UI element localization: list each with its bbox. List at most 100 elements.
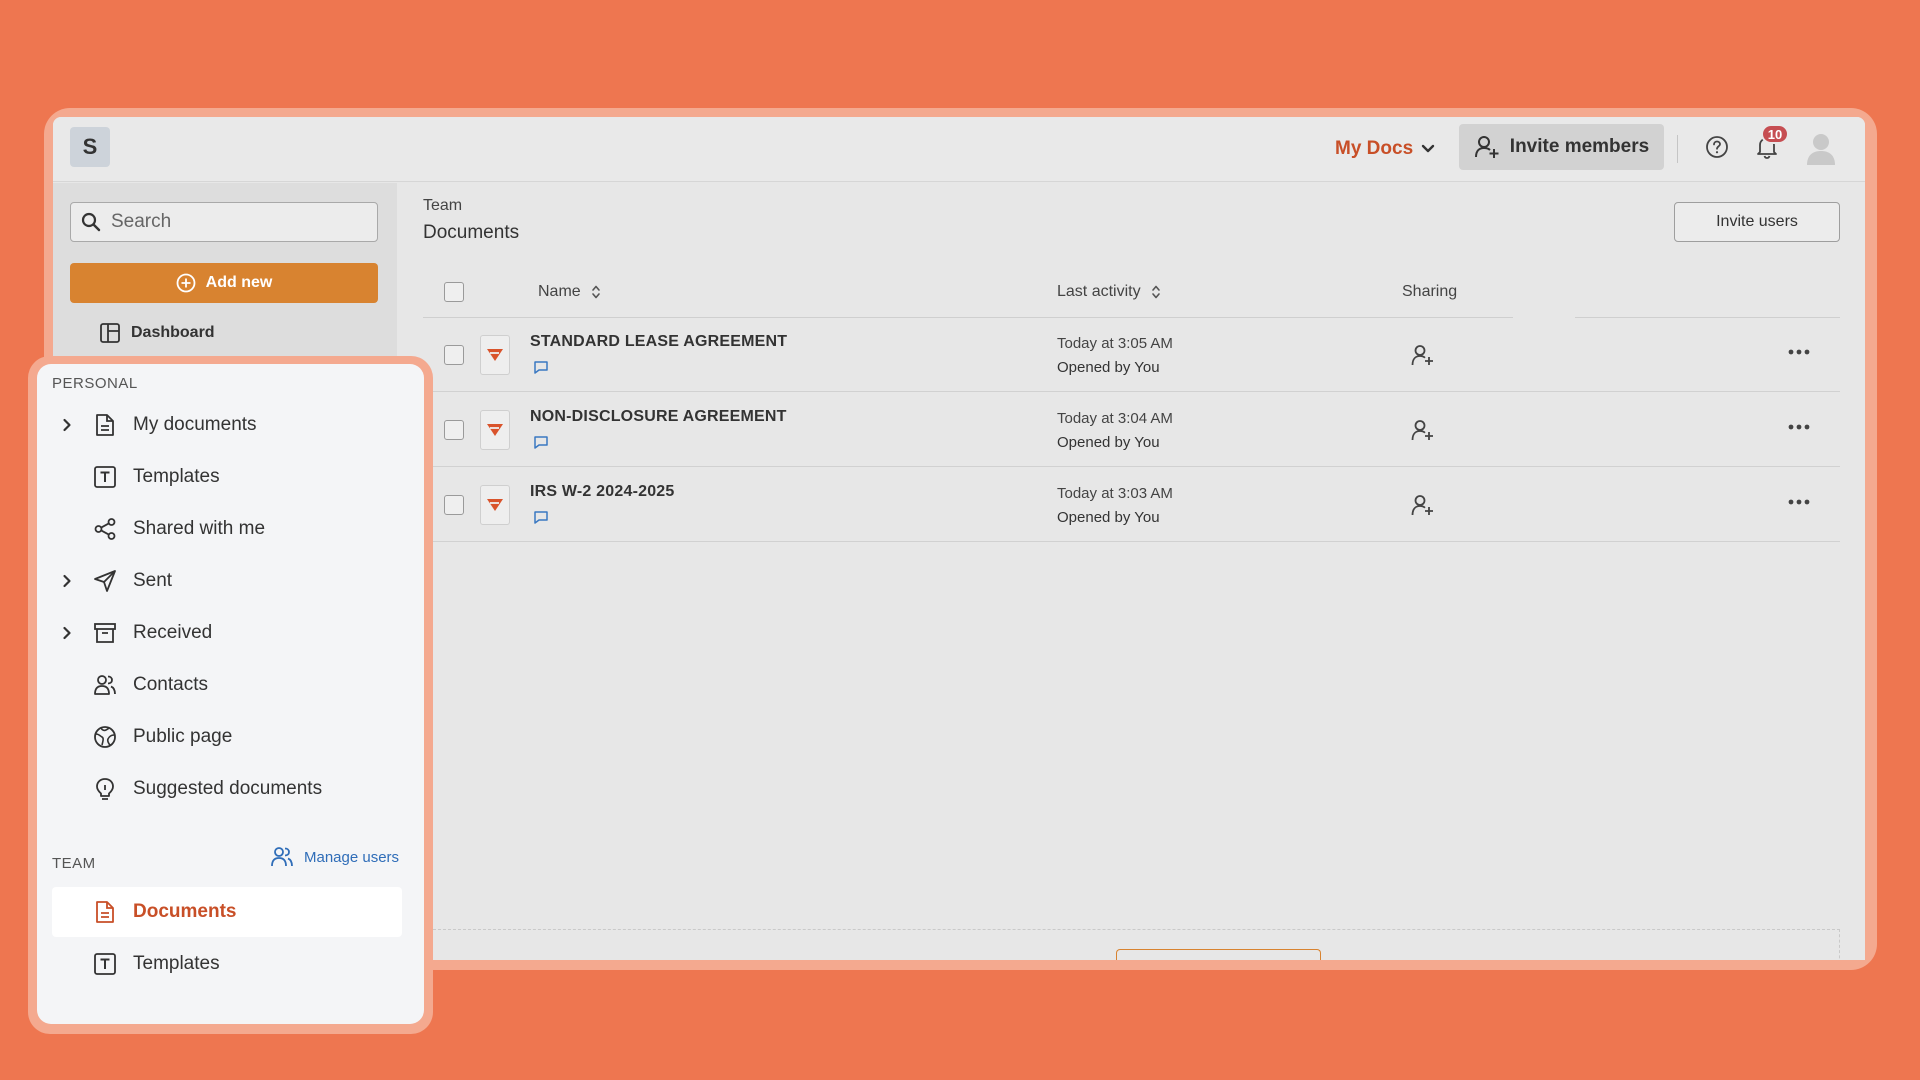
table-row[interactable]: IRS W-2 2024-2025 Today at 3:03 AM Opene… — [423, 467, 1840, 542]
search-field[interactable] — [70, 202, 378, 242]
sidebar-popout: PERSONAL My documents Templates Shared w… — [37, 364, 424, 1024]
sort-icon — [1151, 283, 1161, 301]
sidebar-item-received[interactable]: Received — [52, 608, 402, 658]
breadcrumb-parent[interactable]: Team — [423, 197, 462, 215]
comment-icon[interactable] — [533, 360, 549, 375]
sidebar-item-shared-with-me[interactable]: Shared with me — [52, 504, 402, 554]
name-column-label: Name — [538, 283, 581, 301]
document-logo-icon — [486, 348, 504, 362]
template-icon — [90, 464, 120, 490]
table-header: Name Last activity Sharing — [423, 267, 1840, 317]
sidebar-item-dashboard[interactable]: Dashboard — [99, 318, 215, 348]
dashboard-icon — [99, 322, 121, 344]
sidebar-item-contacts[interactable]: Contacts — [52, 660, 402, 710]
sidebar-item-suggested-documents[interactable]: Suggested documents — [52, 764, 402, 814]
row-checkbox[interactable] — [444, 420, 464, 440]
document-icon — [90, 899, 120, 925]
manage-users-label: Manage users — [304, 849, 399, 866]
add-user-icon — [1474, 134, 1500, 160]
globe-icon — [90, 724, 120, 750]
document-logo-icon — [486, 423, 504, 437]
table-row[interactable]: STANDARD LEASE AGREEMENT Today at 3:05 A… — [423, 317, 1840, 392]
activity-time: Today at 3:05 AM — [1057, 335, 1173, 352]
sidebar-item-label: Sent — [133, 570, 172, 592]
comment-icon[interactable] — [533, 435, 549, 450]
select-all-cell — [444, 267, 464, 317]
sort-icon — [591, 283, 601, 301]
search-input[interactable] — [111, 211, 351, 233]
top-header: S My Docs Invite members 10 — [53, 117, 1865, 182]
document-name[interactable]: NON-DISCLOSURE AGREEMENT — [530, 408, 787, 426]
manage-users-link[interactable]: Manage users — [270, 846, 399, 868]
sidebar-item-team-documents[interactable]: Documents — [52, 887, 402, 937]
mydocs-dropdown[interactable]: My Docs — [1335, 135, 1435, 163]
more-options-icon[interactable] — [1788, 499, 1810, 505]
share-icon — [90, 516, 120, 542]
activity-by: Opened by You — [1057, 359, 1160, 376]
sidebar-item-label: Contacts — [133, 674, 208, 696]
add-new-button[interactable]: Add new — [70, 263, 378, 303]
activity-time: Today at 3:04 AM — [1057, 410, 1173, 427]
mydocs-label: My Docs — [1335, 138, 1413, 160]
more-options-icon[interactable] — [1788, 349, 1810, 355]
workspace-badge[interactable]: S — [70, 127, 110, 167]
document-name[interactable]: IRS W-2 2024-2025 — [530, 483, 675, 501]
document-thumbnail — [480, 485, 510, 525]
sidebar-item-team-templates[interactable]: Templates — [52, 939, 402, 989]
activity-by: Opened by You — [1057, 434, 1160, 451]
table-row[interactable]: NON-DISCLOSURE AGREEMENT Today at 3:04 A… — [423, 392, 1840, 467]
sidebar-item-sent[interactable]: Sent — [52, 556, 402, 606]
document-thumbnail — [480, 335, 510, 375]
share-user-icon[interactable] — [1410, 343, 1434, 367]
sharing-column-label: Sharing — [1402, 283, 1457, 301]
invite-members-label: Invite members — [1510, 136, 1649, 158]
chevron-right-icon[interactable] — [52, 418, 82, 432]
user-avatar-icon[interactable] — [1805, 131, 1837, 165]
lightbulb-icon — [90, 776, 120, 802]
sidebar-item-label: Templates — [133, 953, 220, 975]
contacts-icon — [90, 672, 120, 698]
search-icon — [81, 212, 101, 232]
sidebar-item-public-page[interactable]: Public page — [52, 712, 402, 762]
sidebar-item-my-documents[interactable]: My documents — [52, 400, 402, 450]
name-column-header[interactable]: Name — [538, 267, 601, 317]
activity-by: Opened by You — [1057, 509, 1160, 526]
sidebar-item-label: Public page — [133, 726, 232, 748]
select-all-checkbox[interactable] — [444, 282, 464, 302]
invite-members-button[interactable]: Invite members — [1459, 124, 1664, 170]
personal-section-label: PERSONAL — [52, 375, 138, 392]
share-user-icon[interactable] — [1410, 493, 1434, 517]
sidebar-item-label: My documents — [133, 414, 257, 436]
notification-count-badge: 10 — [1761, 124, 1789, 144]
send-icon — [90, 568, 120, 594]
document-icon — [90, 412, 120, 438]
header-divider — [1677, 135, 1678, 163]
sidebar-item-label: Documents — [133, 901, 236, 923]
add-new-label: Add new — [206, 274, 273, 292]
sharing-column-header: Sharing — [1402, 267, 1457, 317]
comment-icon[interactable] — [533, 510, 549, 525]
inbox-icon — [90, 620, 120, 646]
template-icon — [90, 951, 120, 977]
help-icon[interactable] — [1705, 135, 1729, 159]
share-user-icon[interactable] — [1410, 418, 1434, 442]
chevron-down-icon — [1421, 144, 1435, 154]
chevron-right-icon[interactable] — [52, 626, 82, 640]
sidebar-item-templates[interactable]: Templates — [52, 452, 402, 502]
row-checkbox[interactable] — [444, 345, 464, 365]
dashboard-label: Dashboard — [131, 324, 215, 342]
more-options-icon[interactable] — [1788, 424, 1810, 430]
row-checkbox[interactable] — [444, 495, 464, 515]
activity-time: Today at 3:03 AM — [1057, 485, 1173, 502]
page-title: Documents — [423, 222, 519, 244]
invite-users-button[interactable]: Invite users — [1674, 202, 1840, 242]
chevron-right-icon[interactable] — [52, 574, 82, 588]
last-activity-column-header[interactable]: Last activity — [1057, 267, 1161, 317]
sidebar-item-label: Suggested documents — [133, 778, 322, 800]
document-logo-icon — [486, 498, 504, 512]
document-name[interactable]: STANDARD LEASE AGREEMENT — [530, 333, 787, 351]
dropzone-button[interactable] — [1116, 949, 1321, 960]
sidebar-item-label: Received — [133, 622, 212, 644]
sidebar-item-label: Shared with me — [133, 518, 265, 540]
document-thumbnail — [480, 410, 510, 450]
